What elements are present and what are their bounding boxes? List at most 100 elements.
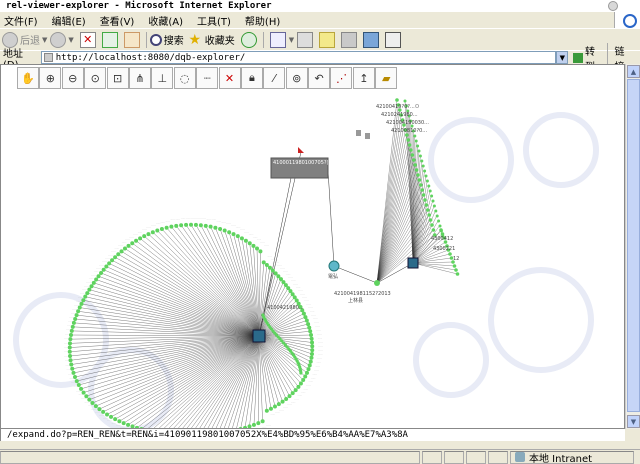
ring-node-icon[interactable] [264, 408, 269, 413]
ring-node-icon[interactable] [307, 363, 312, 368]
ring-node-icon[interactable] [304, 370, 309, 375]
ring-node-icon[interactable] [280, 399, 285, 404]
ring-node-icon[interactable] [99, 270, 104, 275]
cluster-node-icon[interactable] [424, 203, 429, 207]
ring-node-icon[interactable] [227, 230, 232, 235]
delete-tool-icon[interactable]: ✕ [218, 67, 241, 89]
ring-node-icon[interactable] [142, 234, 147, 239]
hub-node-icon[interactable] [252, 329, 266, 343]
history-icon[interactable] [240, 31, 257, 48]
cluster-node-icon[interactable] [420, 188, 425, 192]
window-system-icon[interactable] [608, 1, 618, 11]
ring-node-icon[interactable] [146, 232, 151, 237]
cluster-node-icon[interactable] [428, 189, 432, 193]
ring-node-icon[interactable] [290, 391, 295, 396]
cluster-node-icon[interactable] [406, 138, 411, 142]
ring-node-icon[interactable] [301, 311, 306, 316]
ring-node-icon[interactable] [184, 222, 189, 227]
ring-node-icon[interactable] [104, 264, 109, 269]
cluster-node-icon[interactable] [416, 173, 420, 177]
inner-arc-node-icon[interactable] [299, 371, 303, 375]
ring-node-icon[interactable] [126, 243, 131, 248]
cluster-node-icon[interactable] [421, 164, 425, 168]
red-flag-node-icon[interactable] [298, 147, 304, 153]
cluster-node-icon[interactable] [425, 179, 429, 183]
discuss-icon[interactable] [341, 31, 358, 48]
ring-node-icon[interactable] [267, 265, 272, 270]
cluster-node-icon[interactable] [412, 158, 416, 162]
ring-node-icon[interactable] [198, 223, 203, 228]
ring-node-icon[interactable] [258, 249, 263, 254]
cluster-node-icon[interactable] [427, 184, 431, 188]
ring-node-icon[interactable] [218, 227, 223, 232]
ring-node-icon[interactable] [169, 224, 174, 229]
unlink-tool-icon[interactable]: ⁄ [263, 67, 286, 89]
ring-node-icon[interactable] [287, 394, 292, 399]
zoom-fit-tool-icon[interactable]: ⊙ [84, 67, 107, 89]
ring-node-icon[interactable] [193, 222, 198, 227]
menu-view[interactable]: 查看(V) [100, 13, 135, 28]
cluster-node-icon[interactable] [430, 194, 434, 198]
ring-node-icon[interactable] [308, 359, 313, 364]
mail-icon[interactable] [269, 31, 286, 48]
stop-icon[interactable]: ✕ [79, 31, 96, 48]
cluster-node-icon[interactable] [455, 272, 460, 276]
ring-node-icon[interactable] [107, 261, 112, 266]
ring-node-icon[interactable] [134, 238, 139, 243]
cluster-node-icon[interactable] [419, 183, 423, 187]
ring-node-icon[interactable] [110, 258, 115, 263]
cluster-node-icon[interactable] [437, 219, 441, 223]
print-icon[interactable] [297, 31, 314, 48]
open-folder-tool-icon[interactable]: ▰ [375, 67, 398, 89]
ring-node-icon[interactable] [284, 396, 289, 401]
cluster-node-icon[interactable] [413, 134, 417, 138]
ring-node-icon[interactable] [268, 406, 273, 411]
ring-node-icon[interactable] [276, 402, 281, 407]
cluster-node-icon[interactable] [438, 224, 442, 228]
ring-node-icon[interactable] [189, 222, 193, 227]
layout-tool-icon[interactable]: ⋔ [128, 67, 151, 89]
ring-node-icon[interactable] [310, 340, 315, 345]
vertical-scrollbar[interactable]: ▲ ▼ [625, 64, 640, 429]
ring-node-icon[interactable] [150, 230, 155, 235]
ring-node-icon[interactable] [94, 277, 99, 282]
ring-node-icon[interactable] [213, 225, 218, 230]
favorites-button[interactable]: ★ 收藏夹 [187, 30, 235, 50]
ring-node-icon[interactable] [155, 228, 160, 233]
relation-graph-canvas[interactable]: ········································… [1, 90, 625, 429]
ring-node-icon[interactable] [116, 252, 121, 257]
messenger-icon[interactable] [363, 31, 380, 48]
cluster-hub-node-icon[interactable] [407, 257, 419, 269]
address-dropdown-icon[interactable]: ▼ [556, 51, 569, 64]
cluster-node-icon[interactable] [431, 199, 435, 203]
ring-node-icon[interactable] [203, 223, 208, 228]
person-node-icon[interactable] [365, 133, 370, 139]
zoom-out-tool-icon[interactable]: ⊖ [61, 67, 84, 89]
cluster-node-icon[interactable] [403, 99, 407, 103]
menu-help[interactable]: 帮助(H) [245, 13, 280, 28]
ring-node-icon[interactable] [310, 348, 315, 353]
ring-node-icon[interactable] [303, 315, 308, 320]
ring-node-icon[interactable] [270, 268, 275, 273]
cluster-node-icon[interactable] [409, 148, 413, 152]
ring-node-icon[interactable] [306, 367, 311, 372]
cluster-node-icon[interactable] [434, 209, 438, 213]
cluster-node-icon[interactable] [420, 159, 424, 163]
cluster-node-icon[interactable] [416, 144, 420, 148]
ring-node-icon[interactable] [304, 318, 309, 323]
menu-edit[interactable]: 编辑(E) [52, 13, 86, 28]
ring-node-icon[interactable] [235, 234, 240, 239]
scroll-down-icon[interactable]: ▼ [627, 415, 640, 428]
ring-node-icon[interactable] [91, 280, 96, 285]
ring-node-icon[interactable] [239, 236, 244, 241]
ring-node-icon[interactable] [261, 260, 266, 265]
cluster-node-icon[interactable] [431, 228, 436, 232]
zoom-in-tool-icon[interactable]: ⊕ [39, 67, 62, 89]
pan-tool-icon[interactable]: ✋ [17, 67, 39, 89]
person-node-icon[interactable] [356, 130, 361, 136]
scroll-thumb[interactable] [627, 79, 640, 412]
ring-node-icon[interactable] [179, 223, 184, 228]
lock-tool-icon[interactable]: 🔒︎ [240, 67, 263, 89]
cluster-node-icon[interactable] [423, 169, 427, 173]
cluster-node-icon[interactable] [448, 252, 452, 256]
